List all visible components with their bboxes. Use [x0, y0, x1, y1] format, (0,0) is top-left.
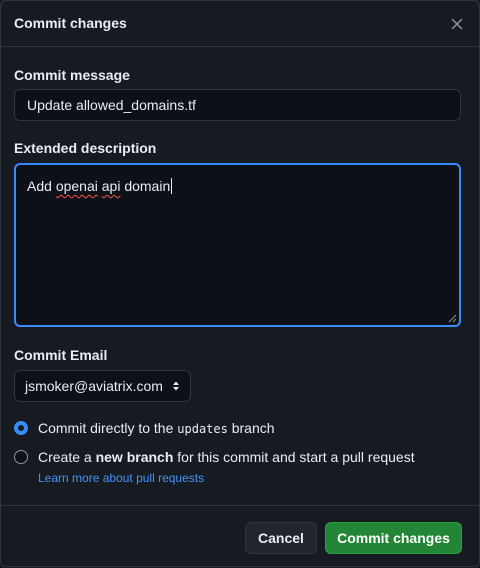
misspelled-word: api [101, 178, 121, 194]
close-button[interactable] [447, 14, 467, 34]
dialog-footer: Cancel Commit changes [1, 505, 479, 568]
radio-checked-icon[interactable] [14, 421, 28, 435]
new-branch-label: Create a new branch for this commit and … [38, 449, 415, 465]
branch-name: updates [177, 422, 228, 436]
dialog-title: Commit changes [14, 15, 127, 31]
description-text: Add openai api domain [27, 178, 171, 194]
commit-directly-label: Commit directly to the updates branch [38, 420, 275, 436]
commit-email-label: Commit Email [14, 347, 108, 363]
dialog-header: Commit changes [1, 1, 479, 47]
extended-description-label: Extended description [14, 140, 157, 156]
commit-message-input[interactable]: Update allowed_domains.tf [14, 89, 461, 121]
commit-email-select[interactable]: jsmoker@aviatrix.com [14, 370, 191, 402]
commit-email-value: jsmoker@aviatrix.com [25, 378, 163, 394]
x-icon [451, 18, 463, 30]
commit-directly-option[interactable]: Commit directly to the updates branch [14, 420, 275, 436]
select-arrows-icon [173, 381, 179, 391]
commit-changes-button[interactable]: Commit changes [325, 522, 462, 554]
commit-changes-dialog: Commit changes Commit message Update all… [0, 0, 480, 567]
commit-message-label: Commit message [14, 67, 130, 83]
misspelled-word: openai [55, 178, 98, 194]
radio-unchecked-icon[interactable] [14, 450, 28, 464]
cancel-button[interactable]: Cancel [245, 522, 317, 554]
resize-handle-icon[interactable] [448, 314, 457, 323]
learn-more-link[interactable]: Learn more about pull requests [38, 471, 204, 485]
new-branch-option[interactable]: Create a new branch for this commit and … [14, 449, 415, 465]
text-caret [171, 178, 173, 194]
extended-description-textarea[interactable]: Add openai api domain [14, 163, 461, 327]
